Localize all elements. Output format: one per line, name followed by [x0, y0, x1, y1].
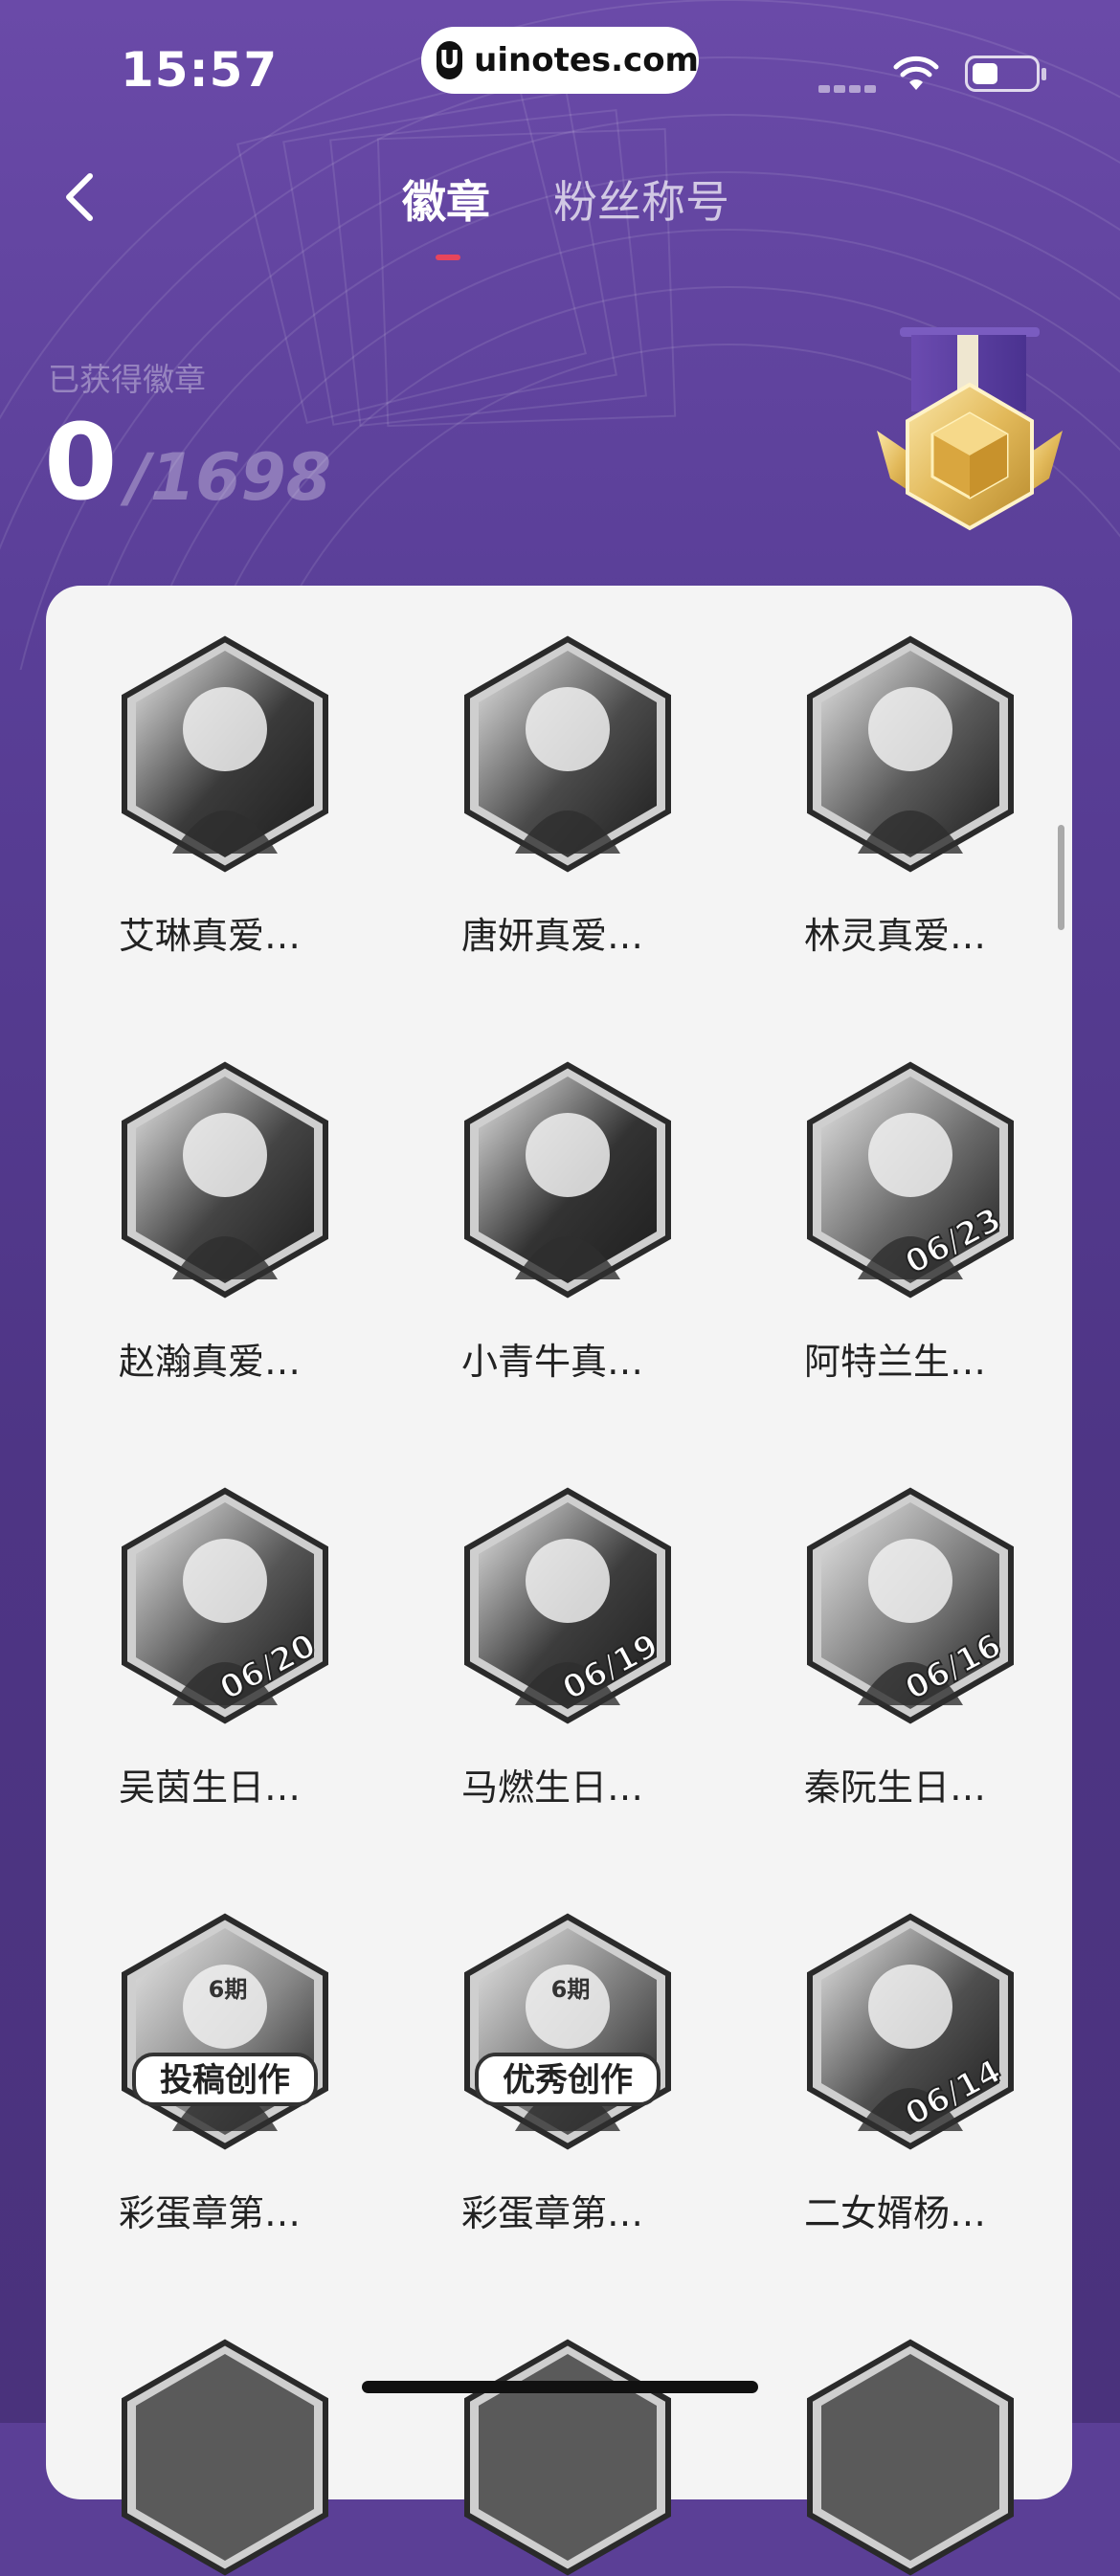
badge-image	[115, 1059, 335, 1299]
badge-name: 秦阮生日…	[804, 1766, 987, 1809]
badge-image	[800, 633, 1020, 873]
url-pill: U uinotes.com	[421, 27, 699, 94]
badge-name: 小青牛真…	[461, 1341, 644, 1383]
status-bar: 15:57 U uinotes.com	[0, 0, 1120, 144]
badge-image-partial[interactable]	[458, 2337, 678, 2576]
wifi-icon	[893, 56, 939, 90]
badge-name: 彩蛋章第…	[119, 2192, 302, 2234]
tab-fan-titles[interactable]: 粉丝称号	[553, 167, 729, 231]
badge-image: 06/20	[115, 1485, 335, 1724]
badge-name: 二女婿杨…	[804, 2192, 987, 2234]
badge-image-partial[interactable]	[800, 2337, 1020, 2576]
badge-name: 艾琳真爱…	[119, 915, 302, 957]
site-logo-icon: U	[437, 41, 463, 79]
badge-name: 林灵真爱…	[804, 915, 987, 957]
scrollbar[interactable]	[1058, 825, 1064, 930]
badge-image: 06/23	[800, 1059, 1020, 1299]
status-time: 15:57	[121, 42, 279, 98]
home-indicator	[362, 2381, 758, 2393]
badge-name: 彩蛋章第…	[461, 2192, 644, 2234]
badge-image-partial[interactable]	[115, 2337, 335, 2576]
badge-image: 6期投稿创作	[115, 1911, 335, 2150]
cellular-signal-icon	[818, 78, 880, 97]
svg-text:6期: 6期	[209, 1976, 248, 2003]
back-icon[interactable]	[54, 168, 111, 226]
badge-image: 6期优秀创作	[458, 1911, 678, 2150]
badge-name: 马燃生日…	[461, 1766, 644, 1809]
medal-icon	[877, 327, 1063, 531]
url-text: uinotes.com	[474, 41, 699, 79]
tab-badges[interactable]: 徽章	[402, 167, 490, 231]
total-count: /1698	[126, 440, 332, 516]
badge-name: 阿特兰生…	[804, 1341, 987, 1383]
svg-text:投稿创作: 投稿创作	[160, 2061, 290, 2099]
earned-count: 0	[44, 401, 118, 523]
earned-label: 已获得徽章	[48, 361, 206, 398]
badge-name: 赵瀚真爱…	[119, 1341, 302, 1383]
badge-list-card[interactable]: 艾琳真爱… 唐妍真爱… 林灵真爱… 赵瀚真爱… 小青牛真… 06/23 阿特兰生…	[46, 586, 1072, 2576]
badge-image: 06/19	[458, 1485, 678, 1724]
badge-name: 唐妍真爱…	[461, 915, 644, 957]
svg-text:优秀创作: 优秀创作	[503, 2061, 633, 2099]
active-tab-indicator	[436, 255, 460, 260]
badge-name: 吴茵生日…	[119, 1766, 302, 1809]
badge-image: 06/14	[800, 1911, 1020, 2150]
badge-image	[115, 633, 335, 873]
svg-text:6期: 6期	[551, 1976, 591, 2003]
badge-image	[458, 633, 678, 873]
badge-image	[458, 1059, 678, 1299]
battery-icon	[965, 56, 1046, 92]
badge-image: 06/16	[800, 1485, 1020, 1724]
